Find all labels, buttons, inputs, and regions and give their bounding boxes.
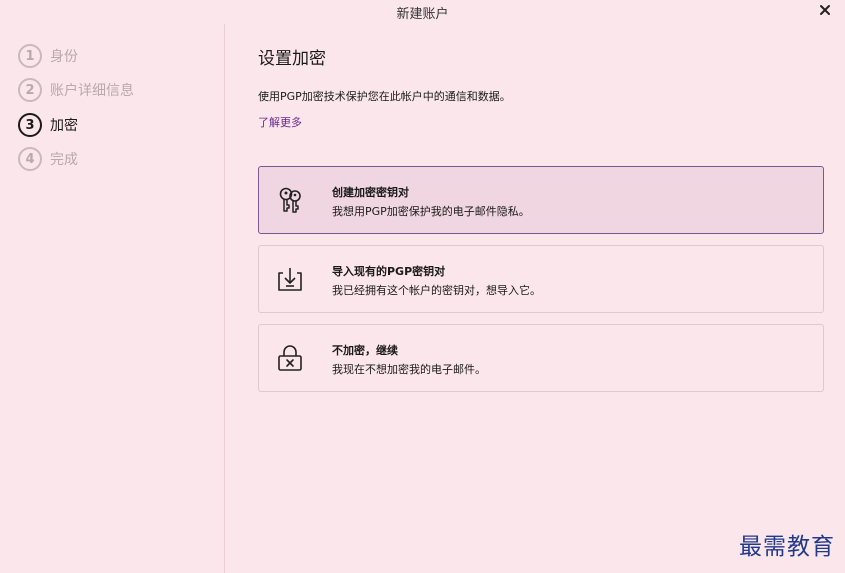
step-label: 账户详细信息: [50, 83, 134, 99]
step-label: 完成: [50, 152, 78, 168]
step-encryption: 3 加密: [18, 111, 78, 139]
option-import-keypair[interactable]: 导入现有的PGP密钥对 我已经拥有这个帐户的密钥对，想导入它。: [258, 245, 824, 313]
step-finish: 4 完成: [18, 145, 78, 173]
option-create-keypair[interactable]: 创建加密密钥对 我想用PGP加密保护我的电子邮件隐私。: [258, 166, 824, 234]
step-number: 1: [18, 44, 42, 68]
encryption-description: 使用PGP加密技术保护您在此帐户中的通信和数据。: [258, 90, 511, 103]
wizard-steps-sidebar: 1 身份 2 账户详细信息 3 加密 4 完成: [0, 24, 225, 573]
page-title: 设置加密: [258, 49, 326, 69]
window-title: 新建账户: [396, 7, 449, 22]
step-label: 加密: [50, 118, 78, 134]
step-number: 2: [18, 78, 42, 102]
option-title: 不加密，继续: [332, 344, 398, 357]
import-icon: [278, 268, 302, 291]
option-title: 创建加密密钥对: [332, 186, 409, 199]
keys-icon: [279, 187, 301, 213]
learn-more-link[interactable]: 了解更多: [258, 114, 302, 130]
watermark: 最需教育: [739, 534, 835, 560]
close-button[interactable]: [815, 0, 835, 20]
step-account-details: 2 账户详细信息: [18, 76, 134, 104]
close-icon: [820, 5, 830, 15]
step-identity: 1 身份: [18, 42, 78, 70]
option-subtitle: 我已经拥有这个帐户的密钥对，想导入它。: [332, 284, 541, 297]
step-label: 身份: [50, 49, 78, 65]
option-subtitle: 我想用PGP加密保护我的电子邮件隐私。: [332, 205, 530, 218]
step-number: 4: [18, 147, 42, 171]
step-number: 3: [18, 113, 42, 137]
unlock-x-icon: [278, 345, 302, 371]
option-no-encryption[interactable]: 不加密，继续 我现在不想加密我的电子邮件。: [258, 324, 824, 392]
option-title: 导入现有的PGP密钥对: [332, 265, 446, 278]
option-subtitle: 我现在不想加密我的电子邮件。: [332, 363, 486, 376]
title-bar: 新建账户: [0, 0, 845, 24]
